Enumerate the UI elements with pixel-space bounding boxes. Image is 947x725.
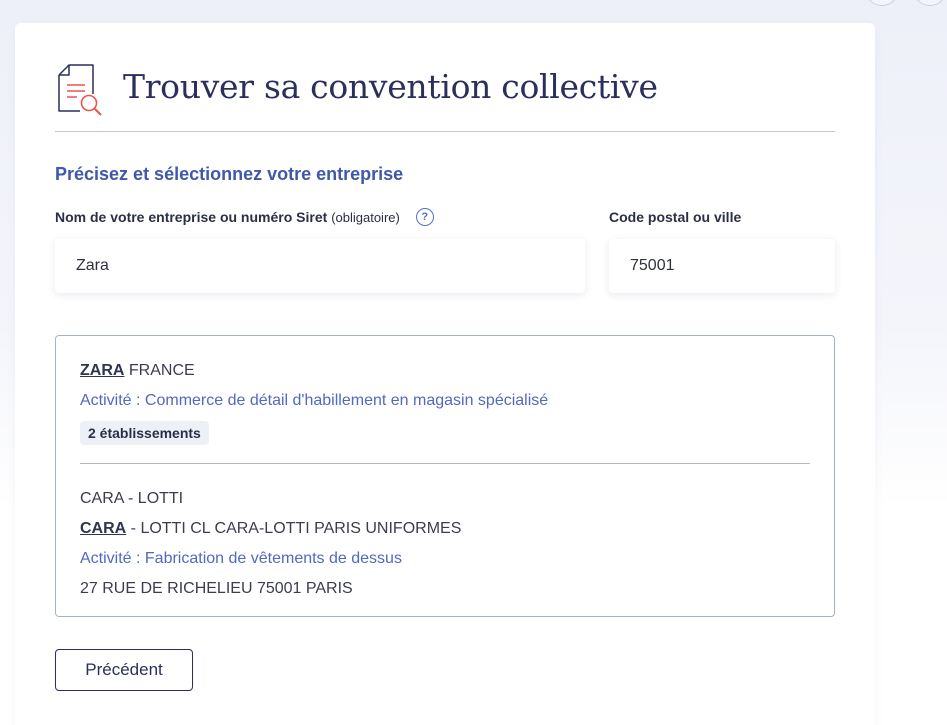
result-activity: Activité : Commerce de détail d'habillem… — [80, 392, 549, 409]
results-divider — [80, 463, 810, 464]
company-field-label: Nom de votre entreprise ou numéro Siret … — [55, 207, 434, 226]
header-divider — [55, 131, 835, 132]
postal-field-label: Code postal ou ville — [609, 209, 742, 225]
previous-button[interactable]: Précédent — [55, 649, 193, 691]
result-activity: Activité : Fabrication de vêtements de d… — [80, 550, 402, 567]
page-header: Trouver sa convention collective — [55, 61, 835, 131]
main-card: Trouver sa convention collective Précise… — [15, 23, 875, 725]
postal-code-input[interactable] — [609, 239, 835, 293]
result-name-rest: - LOTTI CL CARA-LOTTI PARIS UNIFORMES — [126, 520, 462, 537]
section-title: Précisez et sélectionnez votre entrepris… — [55, 164, 404, 184]
result-item-cara-lotti[interactable]: CARA - LOTTI CARA - LOTTI CL CARA-LOTTI … — [80, 484, 810, 602]
search-results: ZARA FRANCE Activité : Commerce de détai… — [55, 335, 835, 617]
company-label-text: Nom de votre entreprise ou numéro Siret — [55, 209, 328, 225]
top-round-button-1[interactable] — [865, 0, 899, 6]
result-title: CARA - LOTTI — [80, 490, 184, 507]
result-address: 27 RUE DE RICHELIEU 75001 PARIS — [80, 580, 353, 597]
result-name: ZARA FRANCE — [80, 356, 810, 386]
top-round-button-2[interactable] — [913, 0, 947, 6]
result-name-rest: FRANCE — [124, 362, 195, 379]
document-search-icon — [58, 64, 102, 116]
establishments-badge: 2 établissements — [80, 421, 209, 445]
result-name-match: ZARA — [80, 362, 125, 379]
result-item-zara[interactable]: ZARA FRANCE Activité : Commerce de détai… — [80, 356, 810, 468]
company-search-input[interactable] — [55, 239, 585, 293]
result-name-match: CARA — [80, 520, 127, 537]
page-title: Trouver sa convention collective — [123, 67, 658, 106]
question-circle-icon[interactable]: ? — [415, 207, 434, 226]
result-name: CARA - LOTTI CL CARA-LOTTI PARIS UNIFORM… — [80, 514, 810, 544]
company-label-required: (obligatoire) — [331, 210, 400, 225]
